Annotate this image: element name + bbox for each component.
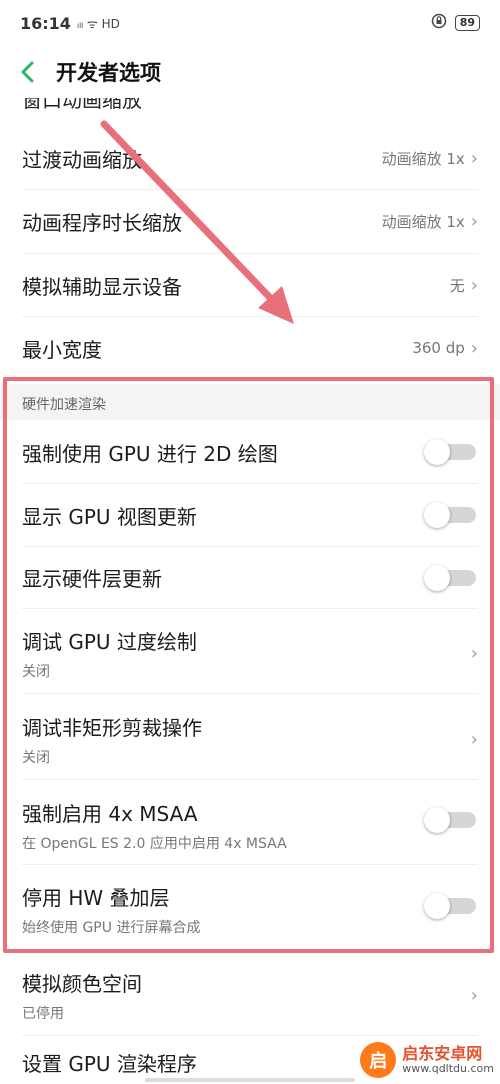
- back-arrow-icon[interactable]: [16, 60, 40, 84]
- app-header: 开发者选项: [0, 46, 500, 98]
- home-indicator[interactable]: [145, 1078, 355, 1082]
- item-label: 调试 GPU 过度绘制: [22, 629, 197, 654]
- toggle-switch[interactable]: [424, 439, 478, 465]
- item-label: 动画程序时长缩放: [22, 210, 182, 235]
- chevron-right-icon: ›: [470, 984, 478, 1006]
- item-label: 过渡动画缩放: [22, 147, 142, 172]
- clipped-list-item[interactable]: 窗口动画缩放: [0, 98, 500, 110]
- signal-wifi-icons: ᵢₗₗ ᯤ HD: [76, 16, 120, 31]
- item-label: 强制使用 GPU 进行 2D 绘图: [22, 441, 278, 466]
- item-label: 强制启用 4x MSAA: [22, 801, 198, 826]
- section-header-hw-rendering: 硬件加速渲染: [22, 397, 106, 413]
- list-item-smallest-width[interactable]: 最小宽度 360 dp ›: [0, 317, 500, 379]
- toggle-switch[interactable]: [424, 565, 478, 591]
- item-label: 显示 GPU 视图更新: [22, 504, 197, 529]
- chevron-right-icon: ›: [470, 274, 478, 296]
- chevron-right-icon: ›: [470, 210, 478, 232]
- list-item-simulate-color-space[interactable]: 模拟颜色空间 已停用 ›: [0, 955, 500, 1035]
- watermark-title: 启东安卓网: [402, 1044, 483, 1064]
- list-item-debug-overdraw[interactable]: 调试 GPU 过度绘制 关闭 ›: [0, 614, 500, 692]
- item-subtitle: 关闭: [22, 663, 50, 680]
- battery-indicator: 89: [454, 15, 480, 31]
- item-label: 最小宽度: [22, 337, 102, 362]
- item-subtitle: 已停用: [22, 1005, 64, 1022]
- divider: [22, 608, 478, 609]
- chevron-right-icon: ›: [470, 728, 478, 750]
- watermark-url: www.qdltdu.com: [402, 1061, 494, 1075]
- clock: 16:14: [20, 13, 71, 33]
- divider: [22, 693, 478, 694]
- status-bar: 16:14 ᵢₗₗ ᯤ HD 89: [0, 0, 500, 46]
- toggle-switch[interactable]: [424, 893, 478, 919]
- item-value: 360 dp: [412, 339, 465, 357]
- toggle-switch[interactable]: [424, 807, 478, 833]
- item-value: 动画缩放 1x: [381, 212, 465, 231]
- watermark: 启 启东安卓网 www.qdltdu.com: [360, 1042, 494, 1078]
- list-item-transition-scale[interactable]: 过渡动画缩放 动画缩放 1x ›: [0, 128, 500, 188]
- list-item-animator-duration[interactable]: 动画程序时长缩放 动画缩放 1x ›: [0, 190, 500, 252]
- divider: [22, 779, 478, 780]
- watermark-logo-icon: 启: [360, 1042, 397, 1078]
- divider: [22, 1035, 478, 1036]
- item-value: 动画缩放 1x: [381, 149, 465, 168]
- list-item-secondary-display[interactable]: 模拟辅助显示设备 无 ›: [0, 254, 500, 316]
- item-subtitle: 在 OpenGL ES 2.0 应用中启用 4x MSAA: [22, 835, 287, 852]
- page-title: 开发者选项: [56, 61, 161, 85]
- item-label: 模拟颜色空间: [22, 971, 142, 996]
- item-subtitle: 始终使用 GPU 进行屏幕合成: [22, 919, 201, 936]
- item-subtitle: 关闭: [22, 749, 50, 766]
- item-value: 无: [449, 276, 465, 295]
- item-label: 显示硬件层更新: [22, 566, 162, 591]
- toggle-switch[interactable]: [424, 502, 478, 528]
- item-label: 设置 GPU 渲染程序: [22, 1051, 197, 1076]
- rotation-lock-icon: [431, 13, 447, 33]
- list-item-debug-non-rect-clip[interactable]: 调试非矩形剪裁操作 关闭 ›: [0, 700, 500, 778]
- item-label: 调试非矩形剪裁操作: [22, 715, 202, 740]
- chevron-right-icon: ›: [470, 642, 478, 664]
- chevron-right-icon: ›: [470, 337, 478, 359]
- divider: [22, 864, 478, 865]
- clipped-item-label: 窗口动画缩放: [22, 98, 142, 110]
- item-label: 模拟辅助显示设备: [22, 274, 182, 299]
- chevron-right-icon: ›: [470, 147, 478, 169]
- item-label: 停用 HW 叠加层: [22, 885, 170, 910]
